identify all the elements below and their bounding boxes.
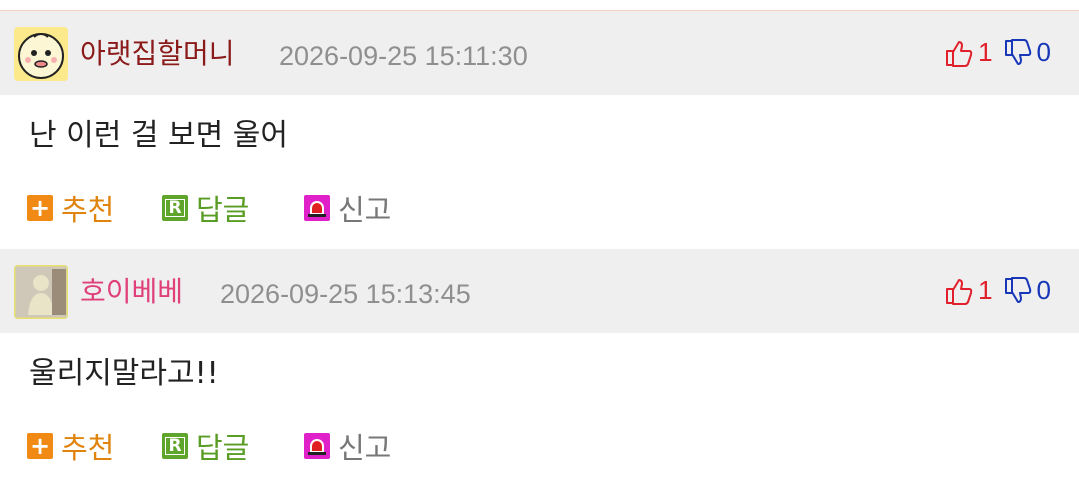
report-button[interactable]: 신고 — [304, 187, 391, 229]
thumbs-down-icon — [1004, 38, 1031, 65]
upvote-button[interactable]: 1 — [944, 37, 993, 68]
comment-item: 아랫집할머니 2026-09-25 15:11:30 1 0 난 이런 걸 보면… — [0, 11, 1079, 249]
report-label: 신고 — [338, 431, 392, 465]
reply-label: 답글 — [196, 431, 250, 465]
author-nickname[interactable]: 아랫집할머니 — [80, 37, 235, 71]
upvote-count: 1 — [978, 275, 993, 305]
thumbs-up-icon — [946, 278, 973, 305]
siren-icon — [304, 195, 330, 221]
siren-icon — [304, 433, 330, 459]
report-button[interactable]: 신고 — [304, 425, 391, 467]
comment-actions: + 추천 R 답글 신고 — [0, 177, 1079, 249]
comment-text: 난 이런 걸 보면 울어 — [29, 118, 288, 153]
thumbs-up-icon — [946, 40, 973, 67]
downvote-button[interactable]: 0 — [1003, 275, 1051, 306]
comment-date: 2026-09-25 15:13:45 — [220, 279, 471, 309]
downvote-count: 0 — [1036, 37, 1051, 67]
recommend-button[interactable]: + 추천 — [27, 425, 114, 467]
recommend-label: 추천 — [61, 193, 115, 227]
downvote-button[interactable]: 0 — [1003, 37, 1051, 68]
avatar[interactable] — [14, 27, 68, 81]
downvote-count: 0 — [1036, 275, 1051, 305]
vote-group: 1 0 — [934, 275, 1051, 306]
recommend-label: 추천 — [61, 431, 115, 465]
reply-r-icon: R — [162, 195, 188, 221]
avatar[interactable] — [14, 265, 68, 319]
comment-text: 울리지말라고!! — [29, 356, 219, 391]
report-label: 신고 — [338, 193, 392, 227]
recommend-button[interactable]: + 추천 — [27, 187, 114, 229]
comment-actions: + 추천 R 답글 신고 — [0, 415, 1079, 487]
comment-header: 아랫집할머니 2026-09-25 15:11:30 1 0 — [0, 11, 1079, 95]
reply-r-icon: R — [162, 433, 188, 459]
upvote-button[interactable]: 1 — [944, 275, 993, 306]
reply-button[interactable]: R 답글 — [162, 425, 249, 467]
author-nickname[interactable]: 호이베베 — [80, 275, 183, 309]
comment-date: 2026-09-25 15:11:30 — [279, 41, 528, 71]
plus-icon: + — [27, 194, 53, 222]
comment-item: 호이베베 2026-09-25 15:13:45 1 0 울리지말라고!! + … — [0, 249, 1079, 487]
top-divider — [0, 0, 1079, 11]
reply-button[interactable]: R 답글 — [162, 187, 249, 229]
thumbs-down-icon — [1004, 276, 1031, 303]
plus-icon: + — [27, 432, 53, 460]
upvote-count: 1 — [978, 37, 993, 67]
comment-header: 호이베베 2026-09-25 15:13:45 1 0 — [0, 249, 1079, 333]
vote-group: 1 0 — [934, 37, 1051, 68]
reply-label: 답글 — [196, 193, 250, 227]
